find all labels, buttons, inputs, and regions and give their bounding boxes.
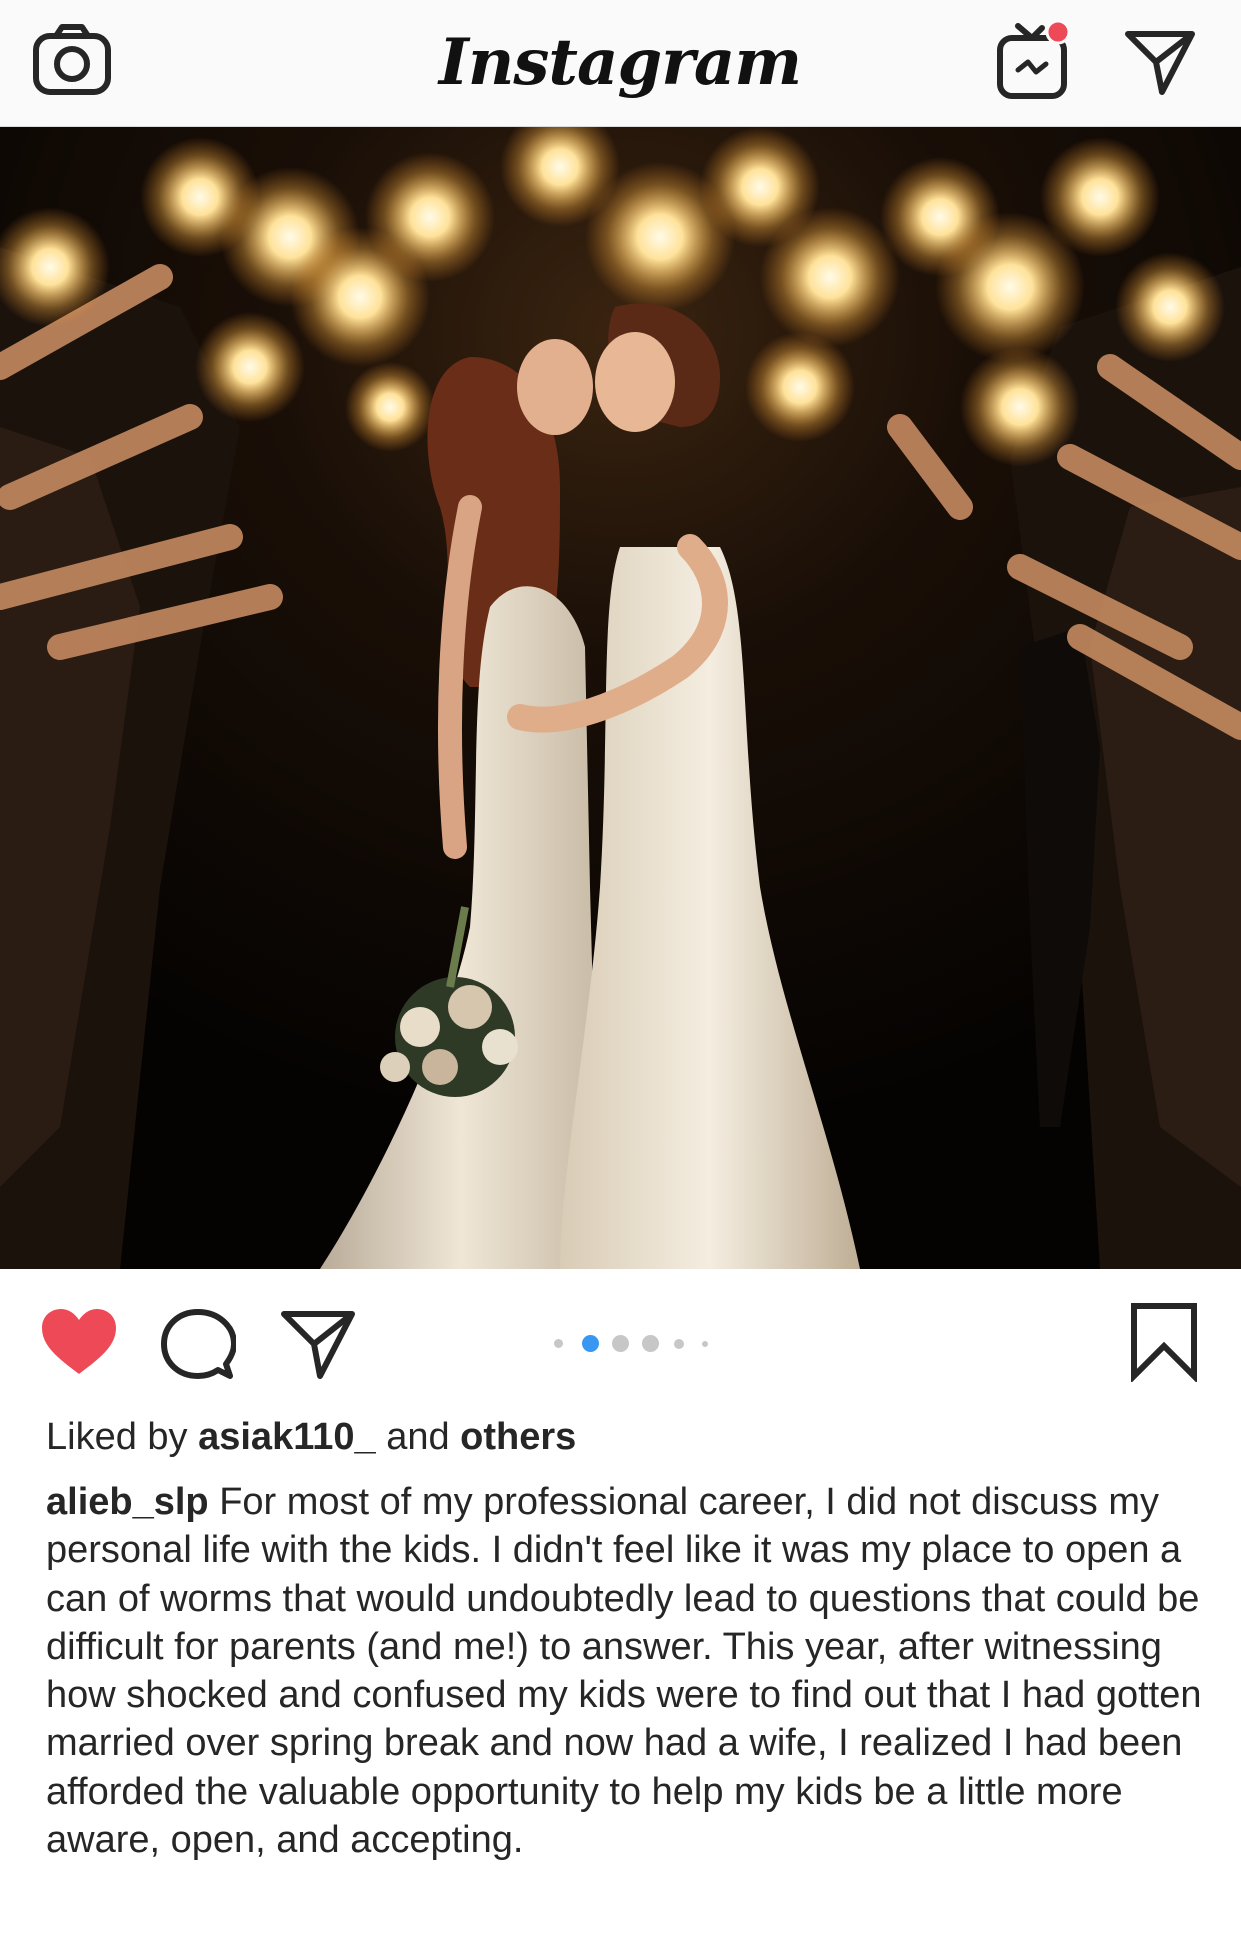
likes-prefix: Liked by [46, 1416, 188, 1458]
likes-others-link[interactable]: others [460, 1416, 576, 1458]
camera-button[interactable] [30, 22, 114, 98]
share-button[interactable] [280, 1306, 356, 1382]
comment-icon [161, 1309, 237, 1379]
direct-message-icon [1125, 31, 1195, 95]
post-photo[interactable] [0, 127, 1241, 1269]
carousel-dot-active [582, 1335, 599, 1352]
caption-text: For most of my professional career, I di… [46, 1481, 1202, 1862]
top-app-bar: Instagram [0, 0, 1241, 127]
caption-username[interactable]: alieb_slp [46, 1481, 209, 1523]
share-icon [281, 1311, 355, 1379]
post-caption: alieb_slp For most of my professional ca… [46, 1478, 1206, 1864]
save-button[interactable] [1126, 1302, 1202, 1384]
like-button[interactable] [38, 1306, 120, 1378]
wedding-photo-illustration [0, 127, 1241, 1269]
carousel-dot [642, 1335, 659, 1352]
bookmark-icon [1131, 1303, 1197, 1384]
igtv-icon [997, 19, 1071, 99]
igtv-button[interactable] [996, 19, 1078, 102]
camera-icon [33, 24, 111, 95]
carousel-dot [612, 1335, 629, 1352]
likes-summary: Liked by asiak110_ and others [46, 1412, 576, 1462]
heart-icon [42, 1309, 116, 1374]
carousel-dot [554, 1339, 563, 1348]
liked-by-username[interactable]: asiak110_ [198, 1416, 376, 1458]
carousel-indicator [550, 1332, 720, 1354]
comment-button[interactable] [160, 1306, 237, 1382]
carousel-dot [702, 1341, 708, 1347]
direct-message-button[interactable] [1122, 24, 1198, 100]
instagram-logo: Instagram [438, 25, 802, 100]
carousel-dot [674, 1339, 684, 1349]
likes-connector: and [386, 1416, 450, 1458]
